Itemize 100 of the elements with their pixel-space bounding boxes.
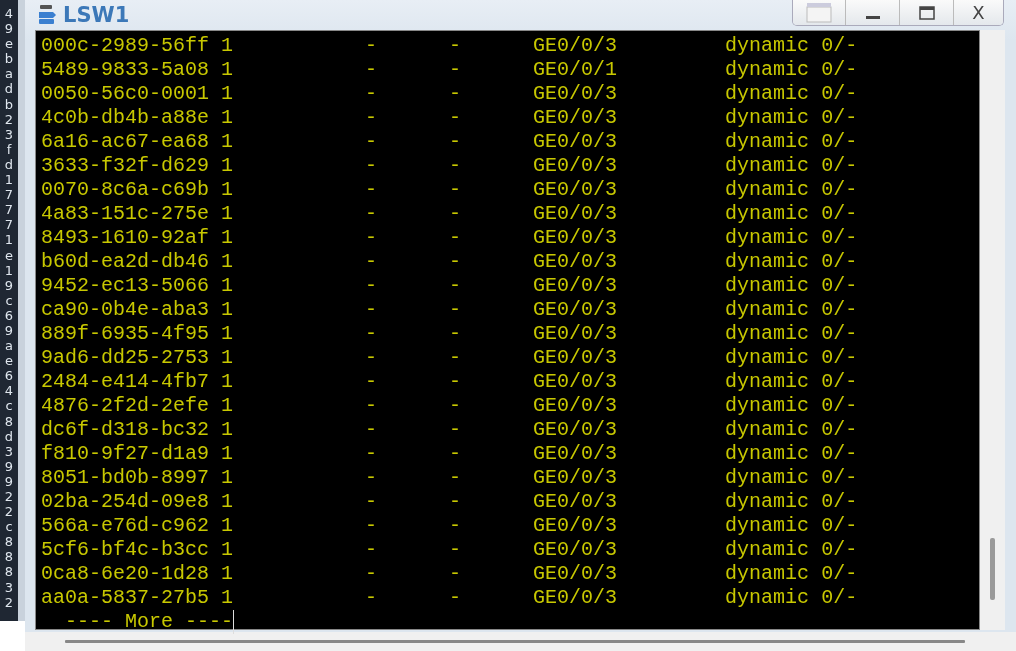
terminal-text: -: [449, 538, 462, 562]
terminal-text: 1: [221, 466, 234, 490]
background-character: 2: [4, 504, 14, 520]
maximize-button[interactable]: [899, 0, 953, 25]
terminal-text: GE0/0/3: [533, 514, 618, 538]
terminal-text: 1: [221, 82, 234, 106]
terminal-text: -: [449, 322, 462, 346]
terminal-text: 1: [221, 34, 234, 58]
background-character: 1: [4, 172, 14, 188]
background-character: e: [5, 353, 13, 369]
background-character: 3: [4, 443, 14, 459]
terminal-text: 0/-: [821, 394, 858, 418]
maximize-icon: [918, 5, 935, 20]
terminal-text: -: [449, 34, 462, 58]
background-character: c: [5, 519, 13, 535]
background-character: 2: [4, 594, 14, 610]
terminal-text: -: [365, 490, 378, 514]
terminal-text: 1: [221, 370, 234, 394]
horizontal-scroll-thumb[interactable]: [65, 640, 965, 643]
background-character: 6: [4, 368, 14, 384]
terminal-text: -: [365, 562, 378, 586]
terminal-text: -: [449, 442, 462, 466]
background-character: 7: [4, 202, 14, 218]
terminal-text: dynamic: [725, 202, 810, 226]
terminal-text: 1: [221, 490, 234, 514]
terminal-text: -: [449, 490, 462, 514]
background-character: c: [5, 398, 13, 414]
close-button[interactable]: X: [953, 0, 1003, 25]
background-character: 3: [4, 126, 14, 142]
terminal-text: 2484-e414-4fb7: [41, 370, 210, 394]
terminal-text: 1: [221, 130, 234, 154]
terminal-text: -: [365, 322, 378, 346]
terminal-text: GE0/0/3: [533, 586, 618, 610]
minimize-button[interactable]: [845, 0, 899, 25]
terminal-text: -: [365, 82, 378, 106]
terminal-text: GE0/0/3: [533, 442, 618, 466]
more-prompt: ---- More ----: [65, 610, 234, 633]
background-character: 4: [4, 383, 14, 399]
terminal-text: 0050-56c0-0001: [41, 82, 210, 106]
background-character: 1: [4, 262, 14, 278]
terminal-text: 1: [221, 58, 234, 82]
terminal-text: 1: [221, 226, 234, 250]
terminal-text: GE0/0/3: [533, 274, 618, 298]
terminal-text: 1: [221, 298, 234, 322]
terminal-text: -: [365, 346, 378, 370]
terminal-text: GE0/0/3: [533, 106, 618, 130]
terminal-text: -: [365, 394, 378, 418]
terminal-text: GE0/0/3: [533, 466, 618, 490]
terminal-text: -: [365, 58, 378, 82]
terminal-text: -: [449, 58, 462, 82]
terminal-text: dynamic: [725, 34, 810, 58]
terminal-text: GE0/0/3: [533, 538, 618, 562]
terminal-text: dynamic: [725, 394, 810, 418]
terminal-text: -: [449, 82, 462, 106]
terminal-text: 8493-1610-92af: [41, 226, 210, 250]
terminal-text: -: [449, 514, 462, 538]
terminal-text: 4a83-151c-275e: [41, 202, 210, 226]
background-character: b: [4, 51, 14, 67]
terminal-text: 1: [221, 514, 234, 538]
terminal-text: 0/-: [821, 370, 858, 394]
background-character: b: [4, 96, 14, 112]
terminal-text: 0/-: [821, 586, 858, 610]
terminal-text: dynamic: [725, 106, 810, 130]
background-character: 2: [4, 489, 14, 505]
terminal-text: dynamic: [725, 130, 810, 154]
background-character: a: [5, 66, 13, 82]
terminal-text: -: [449, 298, 462, 322]
terminal-text: 0/-: [821, 538, 858, 562]
terminal-text: GE0/0/3: [533, 562, 618, 586]
terminal-text: 0/-: [821, 82, 858, 106]
terminal-text: 0/-: [821, 298, 858, 322]
terminal-text: -: [365, 106, 378, 130]
terminal-text: -: [449, 346, 462, 370]
terminal-text: -: [365, 466, 378, 490]
terminal-text: dynamic: [725, 226, 810, 250]
terminal-text: 1: [221, 250, 234, 274]
terminal-text: 0/-: [821, 274, 858, 298]
background-character: 9: [4, 458, 14, 474]
terminal-text: 0/-: [821, 202, 858, 226]
terminal-text: GE0/0/3: [533, 226, 618, 250]
background-character: 9: [4, 277, 14, 293]
terminal-text: -: [449, 562, 462, 586]
terminal-text: 0/-: [821, 34, 858, 58]
terminal-text: 1: [221, 274, 234, 298]
terminal-text: -: [365, 538, 378, 562]
terminal-text: 1: [221, 106, 234, 130]
terminal-text: 0/-: [821, 322, 858, 346]
terminal-text: -: [449, 130, 462, 154]
scroll-thumb[interactable]: [990, 538, 995, 600]
terminal-text: 0/-: [821, 562, 858, 586]
terminal-text: 0/-: [821, 514, 858, 538]
background-character: d: [4, 81, 14, 97]
terminal-text: 02ba-254d-09e8: [41, 490, 210, 514]
terminal-text: dynamic: [725, 466, 810, 490]
background-character: e: [5, 247, 13, 263]
terminal-text: 6a16-ac67-ea68: [41, 130, 210, 154]
terminal-text: f810-9f27-d1a9: [41, 442, 210, 466]
terminal-text: GE0/0/3: [533, 202, 618, 226]
terminal-text: GE0/0/3: [533, 154, 618, 178]
background-character: 3: [4, 579, 14, 595]
